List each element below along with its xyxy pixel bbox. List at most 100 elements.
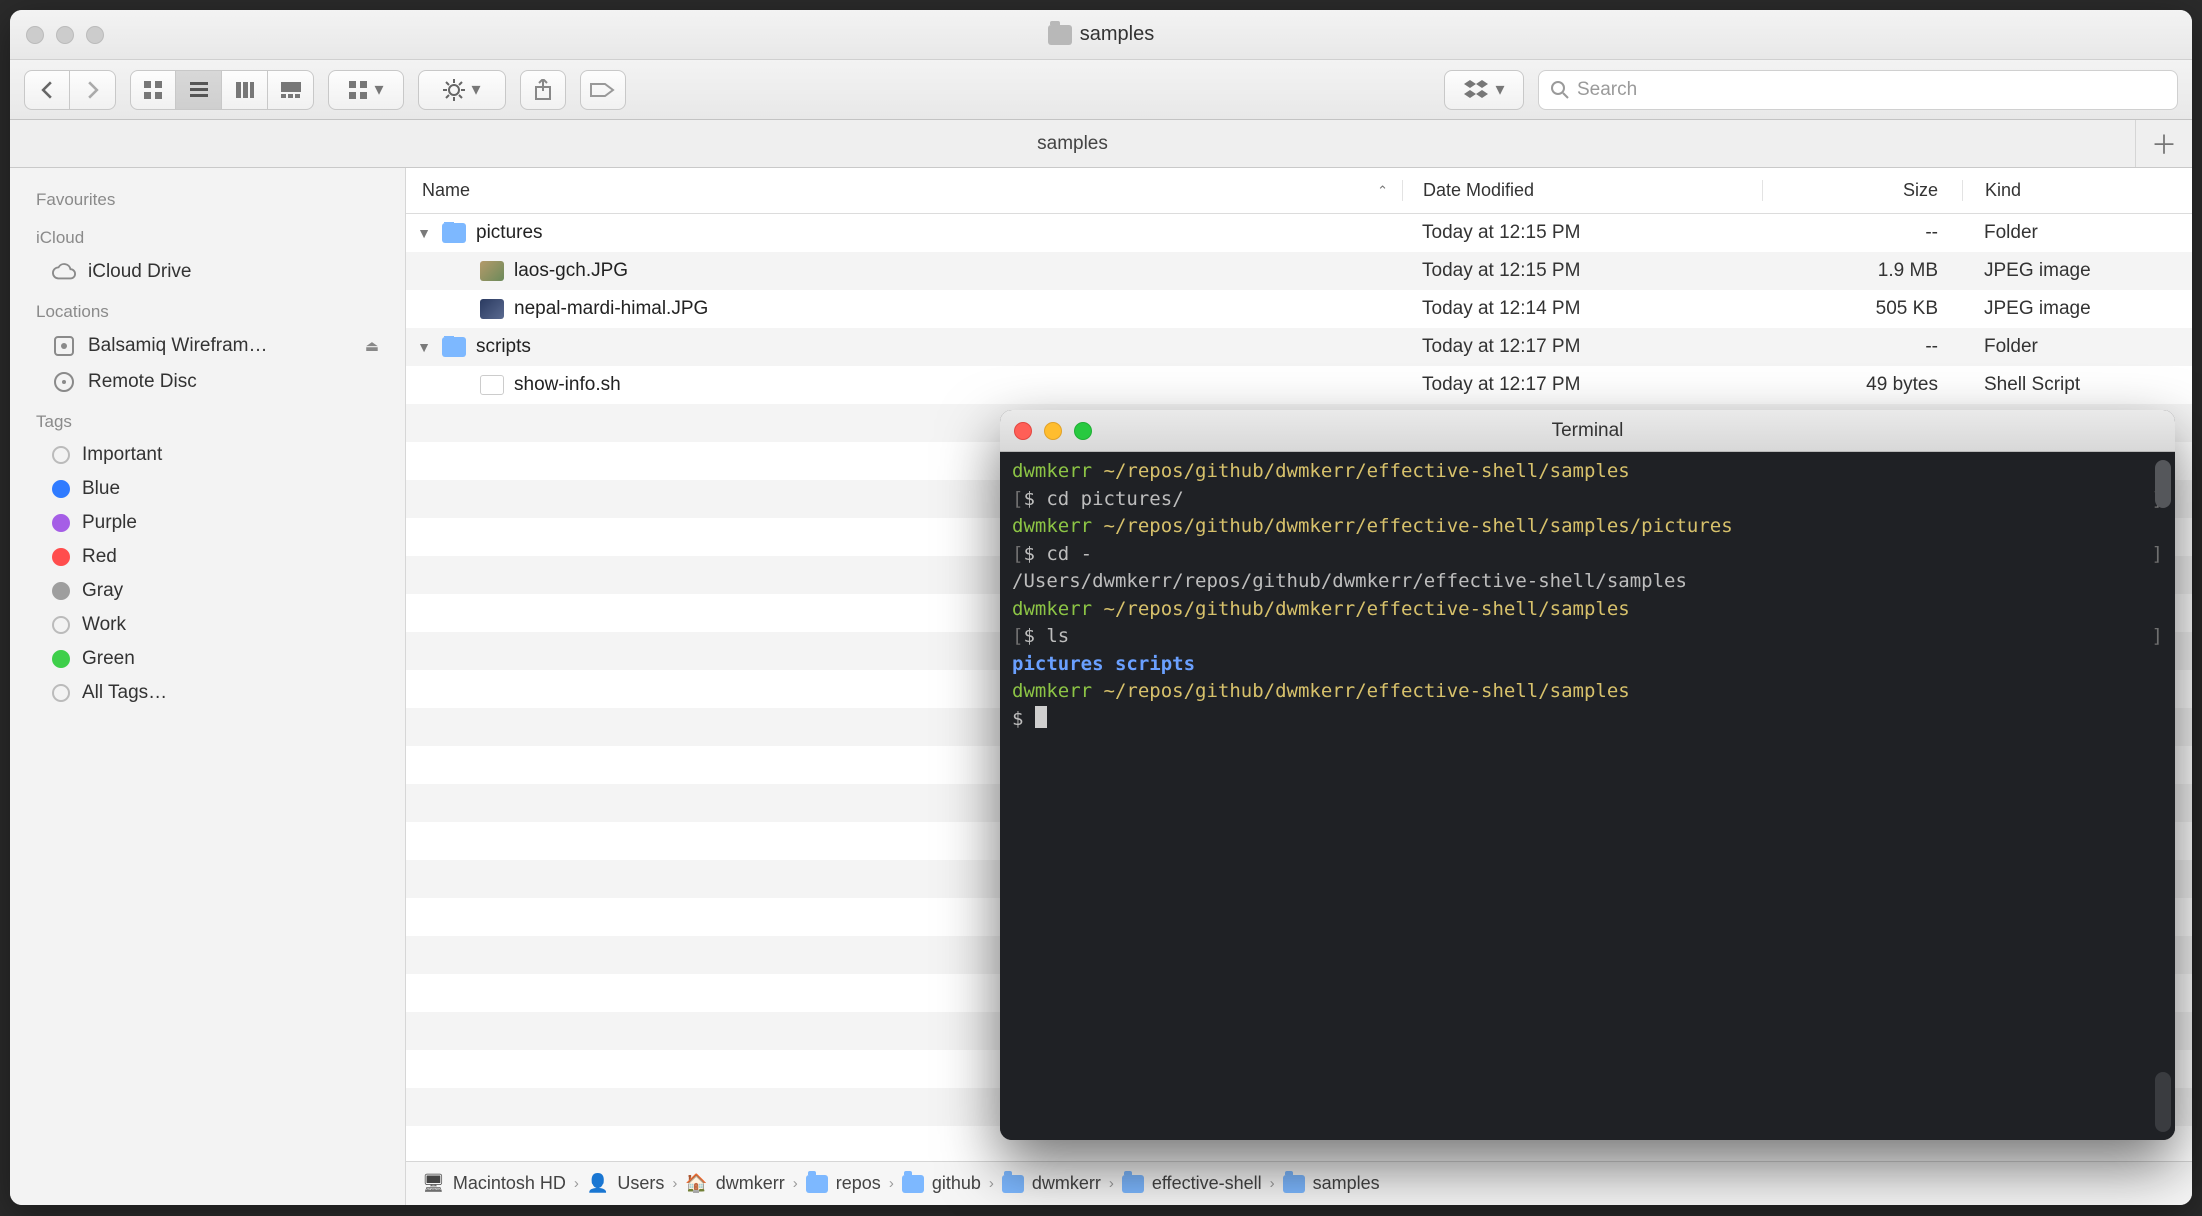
sidebar-item-icloud-drive[interactable]: iCloud Drive bbox=[10, 254, 405, 290]
chevron-right-icon: › bbox=[1107, 1175, 1116, 1192]
disc-icon bbox=[52, 370, 76, 394]
tab-samples[interactable]: samples bbox=[10, 120, 2136, 167]
list-view-button[interactable] bbox=[176, 70, 222, 110]
image-icon bbox=[480, 299, 504, 319]
path-segment[interactable]: github bbox=[902, 1173, 981, 1194]
disclosure-triangle-icon[interactable]: ▼ bbox=[416, 225, 432, 241]
tag-dot bbox=[52, 446, 70, 464]
close-button[interactable] bbox=[26, 26, 44, 44]
sidebar-item-label: Blue bbox=[82, 478, 120, 500]
terminal-command: cd - bbox=[1046, 543, 1092, 565]
cell-kind: Shell Script bbox=[1962, 374, 2192, 396]
file-name: pictures bbox=[476, 222, 543, 244]
path-segment[interactable]: 🖥 Macintosh HD bbox=[422, 1173, 566, 1194]
cell-size: 1.9 MB bbox=[1762, 260, 1962, 282]
minimize-button[interactable] bbox=[1044, 422, 1062, 440]
table-row[interactable]: ▼scriptsToday at 12:17 PM--Folder bbox=[406, 328, 2192, 366]
path-segment[interactable]: dwmkerr bbox=[1002, 1173, 1101, 1194]
terminal-path: ~/repos/github/dwmkerr/effective-shell/s… bbox=[1104, 680, 1630, 702]
grid-icon bbox=[143, 80, 163, 100]
sidebar-heading-locations: Locations bbox=[10, 290, 405, 328]
icon-view-button[interactable] bbox=[130, 70, 176, 110]
path-label: Macintosh HD bbox=[453, 1173, 566, 1194]
terminal-window: Terminal dwmkerr ~/repos/github/dwmkerr/… bbox=[1000, 410, 2175, 1140]
column-label: Kind bbox=[1985, 180, 2021, 200]
sidebar-tag-work[interactable]: Work bbox=[10, 608, 405, 642]
column-header-date[interactable]: Date Modified bbox=[1402, 180, 1762, 201]
sidebar-item-balsamiq[interactable]: Balsamiq Wirefram… ⏏ bbox=[10, 328, 405, 364]
close-button[interactable] bbox=[1014, 422, 1032, 440]
tag-dot bbox=[52, 650, 70, 668]
sidebar-tag-gray[interactable]: Gray bbox=[10, 574, 405, 608]
column-header-size[interactable]: Size bbox=[1762, 180, 1962, 201]
cell-kind: Folder bbox=[1962, 336, 2192, 358]
zoom-button[interactable] bbox=[1074, 422, 1092, 440]
tags-button[interactable] bbox=[580, 70, 626, 110]
path-label: Users bbox=[617, 1173, 664, 1194]
sidebar-tag-green[interactable]: Green bbox=[10, 642, 405, 676]
sidebar-item-label: Important bbox=[82, 444, 162, 466]
terminal-user: dwmkerr bbox=[1012, 515, 1092, 537]
dropbox-button[interactable]: ▾ bbox=[1444, 70, 1524, 110]
sidebar-item-label: Green bbox=[82, 648, 135, 670]
folder-icon bbox=[1122, 1175, 1144, 1193]
tag-dot bbox=[52, 480, 70, 498]
terminal-body[interactable]: dwmkerr ~/repos/github/dwmkerr/effective… bbox=[1000, 452, 2175, 1140]
path-segment[interactable]: 🏠dwmkerr bbox=[685, 1173, 784, 1194]
path-segment[interactable]: 👤Users bbox=[587, 1173, 664, 1194]
column-view-button[interactable] bbox=[222, 70, 268, 110]
scrollbar-thumb[interactable] bbox=[2155, 1072, 2171, 1132]
tab-bar: samples ＋ bbox=[10, 120, 2192, 168]
sidebar-item-label: Red bbox=[82, 546, 117, 568]
arrange-button[interactable]: ▾ bbox=[328, 70, 404, 110]
back-button[interactable] bbox=[24, 70, 70, 110]
column-header-name[interactable]: Name ⌃ bbox=[406, 180, 1402, 201]
sidebar-tag-all[interactable]: All Tags… bbox=[10, 676, 405, 710]
zoom-button[interactable] bbox=[86, 26, 104, 44]
path-segment[interactable]: effective-shell bbox=[1122, 1173, 1262, 1194]
scrollbar-thumb[interactable] bbox=[2155, 460, 2171, 508]
disk-icon bbox=[52, 334, 76, 358]
tag-dot bbox=[52, 616, 70, 634]
table-row[interactable]: show-info.shToday at 12:17 PM49 bytesShe… bbox=[406, 366, 2192, 404]
chevron-right-icon bbox=[86, 81, 100, 99]
search-field[interactable] bbox=[1538, 70, 2178, 110]
table-row[interactable]: nepal-mardi-himal.JPGToday at 12:14 PM50… bbox=[406, 290, 2192, 328]
table-row[interactable]: laos-gch.JPGToday at 12:15 PM1.9 MBJPEG … bbox=[406, 252, 2192, 290]
disclosure-triangle-icon[interactable]: ▼ bbox=[416, 339, 432, 355]
path-label: dwmkerr bbox=[716, 1173, 785, 1194]
tag-dot bbox=[52, 514, 70, 532]
terminal-title: Terminal bbox=[1000, 420, 2175, 442]
column-label: Name bbox=[422, 180, 470, 201]
column-label: Date Modified bbox=[1423, 180, 1534, 200]
sidebar-tag-purple[interactable]: Purple bbox=[10, 506, 405, 540]
tab-label: samples bbox=[1037, 133, 1108, 155]
forward-button[interactable] bbox=[70, 70, 116, 110]
terminal-command: ls bbox=[1046, 625, 1069, 647]
action-button[interactable]: ▾ bbox=[418, 70, 506, 110]
path-segment[interactable]: repos bbox=[806, 1173, 881, 1194]
sidebar-item-label: Work bbox=[82, 614, 126, 636]
sidebar-tag-blue[interactable]: Blue bbox=[10, 472, 405, 506]
cell-size: -- bbox=[1762, 336, 1962, 358]
cell-date: Today at 12:17 PM bbox=[1402, 374, 1762, 396]
sidebar-item-label: Gray bbox=[82, 580, 123, 602]
new-tab-button[interactable]: ＋ bbox=[2136, 120, 2192, 167]
gallery-view-button[interactable] bbox=[268, 70, 314, 110]
sidebar-item-label: iCloud Drive bbox=[88, 261, 191, 283]
share-button[interactable] bbox=[520, 70, 566, 110]
chevron-right-icon: › bbox=[670, 1175, 679, 1192]
minimize-button[interactable] bbox=[56, 26, 74, 44]
file-name: show-info.sh bbox=[514, 374, 621, 396]
sidebar-item-remote-disc[interactable]: Remote Disc bbox=[10, 364, 405, 400]
path-segment[interactable]: samples bbox=[1283, 1173, 1380, 1194]
sidebar-tag-red[interactable]: Red bbox=[10, 540, 405, 574]
disk-icon: 🖥 bbox=[422, 1173, 445, 1194]
eject-icon[interactable]: ⏏ bbox=[365, 337, 379, 355]
search-input[interactable] bbox=[1577, 79, 2165, 101]
table-row[interactable]: ▼picturesToday at 12:15 PM--Folder bbox=[406, 214, 2192, 252]
column-header-kind[interactable]: Kind bbox=[1962, 180, 2192, 201]
terminal-prompt: $ bbox=[1023, 488, 1034, 510]
sidebar-tag-important[interactable]: Important bbox=[10, 438, 405, 472]
cell-name: ▼scripts bbox=[406, 336, 1402, 358]
